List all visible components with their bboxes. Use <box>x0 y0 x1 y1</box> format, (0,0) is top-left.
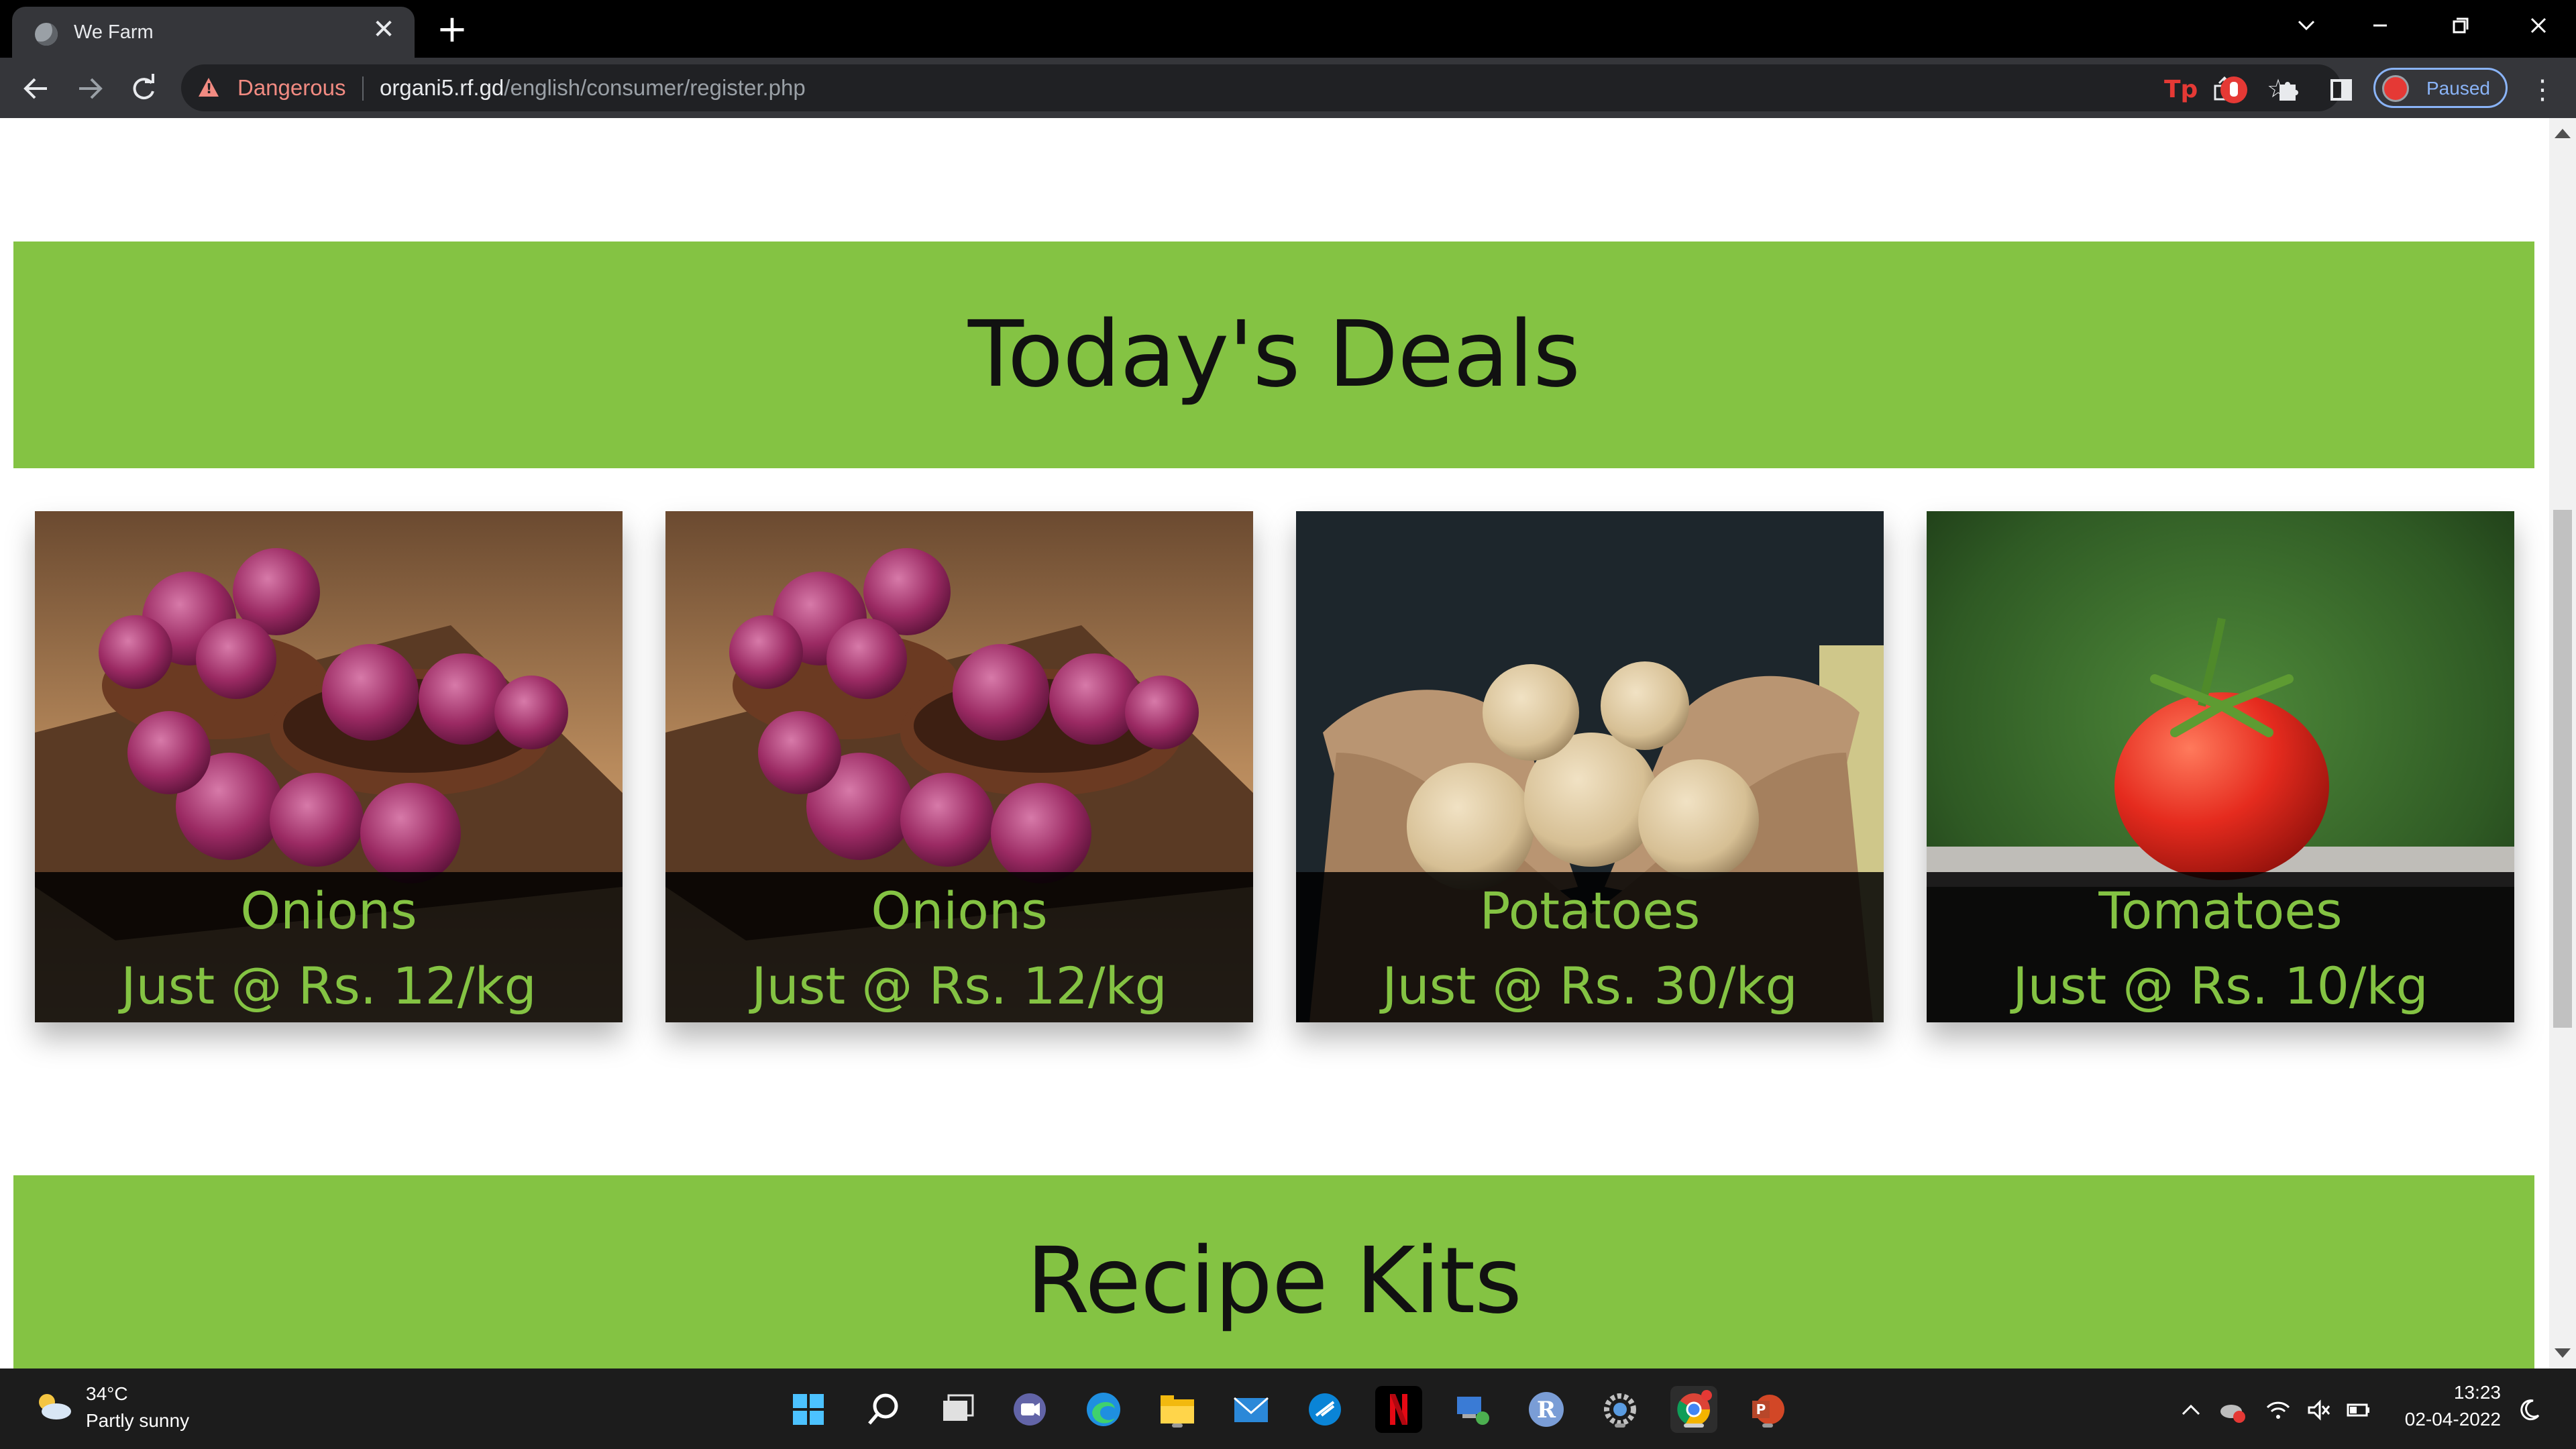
tab-title: We Farm <box>74 21 154 43</box>
mail-icon[interactable] <box>1228 1386 1275 1433</box>
recipes-heading: Recipe Kits <box>1026 1228 1522 1334</box>
deal-price: Just @ Rs. 12/kg <box>751 956 1167 1016</box>
teams-chat-icon[interactable] <box>1006 1386 1053 1433</box>
restore-button[interactable] <box>2442 7 2479 44</box>
url-text[interactable]: organi5.rf.gd/english/consumer/register.… <box>380 75 806 101</box>
recipes-banner: Recipe Kits <box>13 1175 2534 1368</box>
profile-status-label: Paused <box>2426 78 2490 99</box>
url-host: organi5.rf.gd <box>380 75 504 100</box>
running-indicator <box>1762 1424 1773 1428</box>
scroll-down-arrow-icon[interactable] <box>2555 1348 2571 1358</box>
deal-caption: Onions Just @ Rs. 12/kg <box>665 872 1253 1022</box>
deal-card[interactable]: Potatoes Just @ Rs. 30/kg <box>1296 511 1884 1022</box>
start-button[interactable] <box>785 1386 832 1433</box>
kebab-menu-icon[interactable]: ⋮ <box>2529 74 2556 106</box>
task-view-icon[interactable] <box>934 1386 981 1433</box>
edge-browser-icon[interactable] <box>1080 1386 1127 1433</box>
weather-temperature[interactable]: 34°C <box>86 1383 128 1405</box>
scroll-thumb[interactable] <box>2553 510 2572 1028</box>
url-path: /english/consumer/register.php <box>504 75 806 100</box>
deal-caption: Onions Just @ Rs. 12/kg <box>35 872 623 1022</box>
deal-name: Onions <box>240 881 417 941</box>
deal-name: Tomatoes <box>2098 881 2343 941</box>
minimize-button[interactable] <box>2361 7 2399 44</box>
side-panel-icon[interactable] <box>2325 74 2357 106</box>
netflix-icon[interactable] <box>1375 1386 1422 1433</box>
running-indicator <box>1172 1424 1183 1428</box>
file-explorer-icon[interactable] <box>1154 1386 1201 1433</box>
svg-text:P: P <box>1756 1401 1766 1417</box>
network-app-icon[interactable] <box>1449 1386 1496 1433</box>
deal-price: Just @ Rs. 30/kg <box>1382 956 1798 1016</box>
chrome-icon[interactable] <box>1670 1386 1717 1433</box>
partly-sunny-icon[interactable] <box>34 1391 74 1421</box>
wifi-icon[interactable] <box>2263 1395 2293 1425</box>
profile-button[interactable]: Paused <box>2373 68 2508 108</box>
security-status[interactable]: Dangerous <box>237 75 345 101</box>
browser-titlebar: We Farm ✕ + <box>0 0 2576 58</box>
deal-card[interactable]: Tomatoes Just @ Rs. 10/kg <box>1927 511 2514 1022</box>
new-tab-button[interactable]: + <box>433 11 471 48</box>
search-icon[interactable] <box>860 1386 907 1433</box>
deals-banner: Today's Deals <box>13 241 2534 468</box>
deal-name: Onions <box>871 881 1048 941</box>
deal-card[interactable]: Onions Just @ Rs. 12/kg <box>35 511 623 1022</box>
active-indicator <box>1684 1424 1704 1428</box>
hand-extension-icon[interactable] <box>2218 74 2250 106</box>
battery-icon[interactable] <box>2344 1395 2373 1425</box>
browser-tab-active[interactable]: We Farm ✕ <box>12 7 415 58</box>
powerpoint-icon[interactable]: P <box>1744 1386 1791 1433</box>
onedrive-error-icon[interactable] <box>2218 1395 2247 1425</box>
deal-price: Just @ Rs. 12/kg <box>121 956 537 1016</box>
deal-name: Potatoes <box>1479 881 1701 941</box>
volume-muted-icon[interactable] <box>2304 1395 2333 1425</box>
settings-gear-icon[interactable] <box>1597 1386 1644 1433</box>
warning-icon[interactable] <box>199 78 219 97</box>
svg-text:R: R <box>1537 1397 1556 1424</box>
chevron-up-icon[interactable] <box>2176 1395 2206 1425</box>
deals-heading: Today's Deals <box>967 302 1580 408</box>
reload-icon[interactable] <box>125 70 162 107</box>
deal-caption: Potatoes Just @ Rs. 30/kg <box>1296 872 1884 1022</box>
tp-extension-icon[interactable]: Tp <box>2164 74 2198 106</box>
weather-description[interactable]: Partly sunny <box>86 1410 189 1432</box>
close-window-button[interactable] <box>2520 7 2557 44</box>
deal-price: Just @ Rs. 10/kg <box>2012 956 2428 1016</box>
blue-app-icon[interactable] <box>1301 1386 1348 1433</box>
forward-arrow-icon[interactable] <box>71 70 109 107</box>
scroll-up-arrow-icon[interactable] <box>2555 129 2571 138</box>
address-separator <box>362 76 364 101</box>
globe-icon <box>35 23 58 46</box>
clock-time[interactable]: 13:23 <box>2434 1382 2501 1403</box>
address-bar[interactable]: Dangerous organi5.rf.gd/english/consumer… <box>181 64 2341 111</box>
tab-search-chevron-icon[interactable] <box>2288 7 2325 44</box>
back-arrow-icon[interactable] <box>17 70 55 107</box>
moon-icon[interactable] <box>2514 1395 2544 1425</box>
deal-card[interactable]: Onions Just @ Rs. 12/kg <box>665 511 1253 1022</box>
page-viewport: Today's Deals Onions Just @ Rs. 12/kg On… <box>0 118 2549 1368</box>
puzzle-extensions-icon[interactable] <box>2271 74 2304 106</box>
running-indicator <box>1615 1424 1625 1428</box>
avatar <box>2382 75 2409 102</box>
windows-taskbar: 34°C Partly sunny R P 13:23 02-04-2022 <box>0 1368 2576 1449</box>
browser-toolbar: Dangerous organi5.rf.gd/english/consumer… <box>0 58 2576 118</box>
clock-date[interactable]: 02-04-2022 <box>2394 1409 2501 1430</box>
deal-caption: Tomatoes Just @ Rs. 10/kg <box>1927 872 2514 1022</box>
close-tab-icon[interactable]: ✕ <box>370 16 397 43</box>
r-app-icon[interactable]: R <box>1523 1386 1570 1433</box>
page-scrollbar[interactable] <box>2549 118 2576 1368</box>
